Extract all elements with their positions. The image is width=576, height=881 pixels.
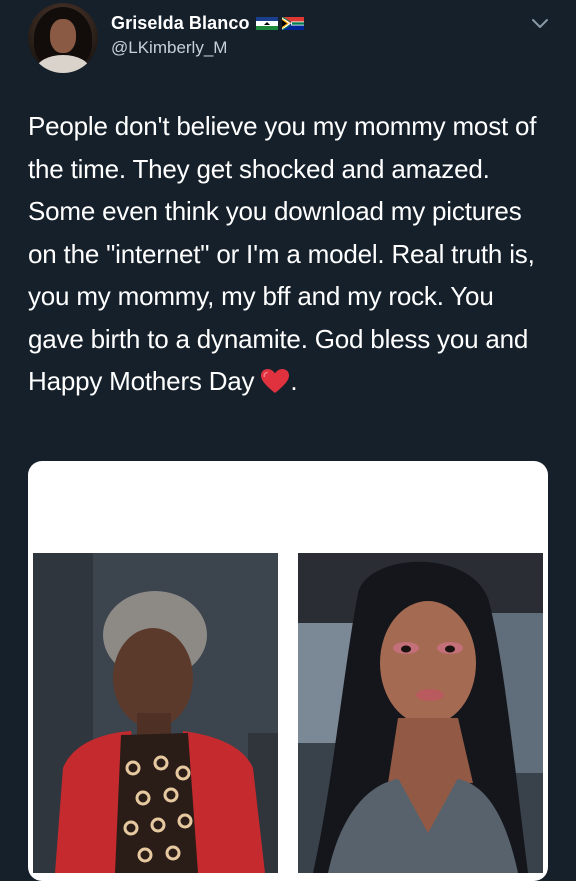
photo-daughter[interactable] bbox=[298, 553, 543, 873]
portrait-photo bbox=[33, 553, 278, 873]
tweet-trailing-text: . bbox=[290, 366, 298, 396]
selfie-photo bbox=[298, 553, 543, 873]
tweet-media[interactable] bbox=[28, 461, 548, 881]
lesotho-flag-icon bbox=[255, 16, 278, 30]
chevron-down-icon[interactable] bbox=[530, 17, 550, 31]
south-africa-flag-icon bbox=[281, 16, 304, 30]
display-name[interactable]: Griselda Blanco bbox=[111, 13, 250, 34]
tweet: Griselda Blanco @LKimberly_M People don'… bbox=[0, 0, 576, 881]
avatar-face bbox=[50, 19, 76, 53]
tweet-text-content: People don't believe you my mommy most o… bbox=[28, 111, 544, 396]
tweet-text: People don't believe you my mommy most o… bbox=[28, 105, 548, 403]
user-handle[interactable]: @LKimberly_M bbox=[111, 38, 227, 58]
name-row: Griselda Blanco bbox=[111, 11, 304, 35]
red-heart-icon bbox=[261, 369, 290, 393]
profile-avatar[interactable] bbox=[28, 3, 98, 73]
photo-mother[interactable] bbox=[33, 553, 278, 873]
